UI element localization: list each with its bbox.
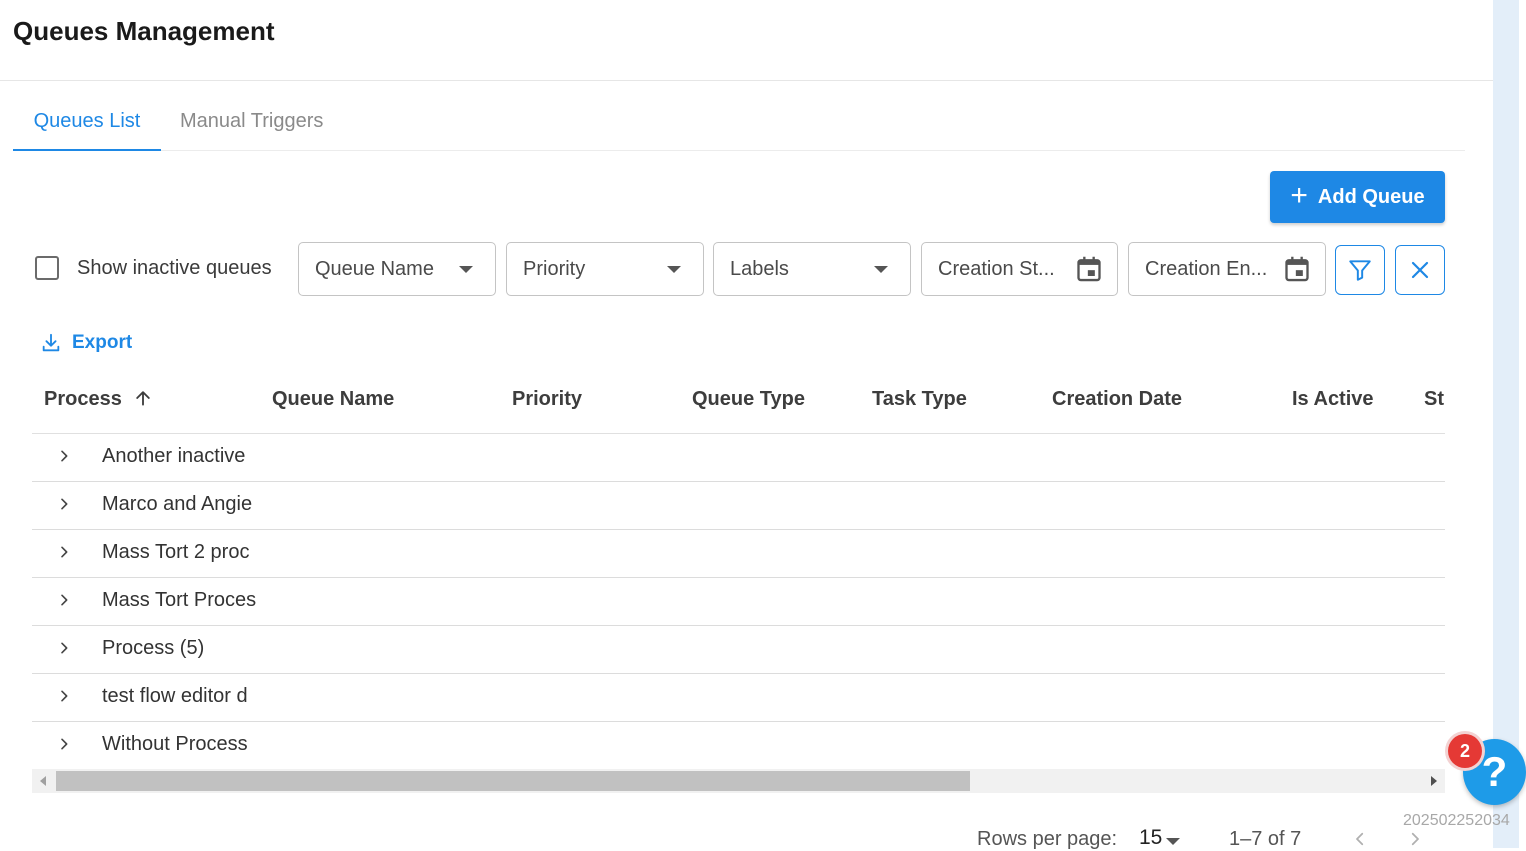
row-process-cell: Mass Tort 2 proc xyxy=(102,541,250,563)
plus-icon: + xyxy=(1290,178,1308,212)
horizontal-scrollbar[interactable] xyxy=(32,769,1445,793)
priority-select[interactable]: Priority xyxy=(506,242,704,296)
chevron-left-icon[interactable] xyxy=(1350,830,1370,848)
column-header-queue-name[interactable]: Queue Name xyxy=(272,388,394,411)
queue-name-select-label: Queue Name xyxy=(315,258,434,280)
row-process-cell: Mass Tort Proces xyxy=(102,589,257,611)
column-header-creation-date[interactable]: Creation Date xyxy=(1052,388,1182,411)
creation-end-date-field[interactable]: Creation En... xyxy=(1128,242,1326,296)
table-header: Process Queue Name Priority Queue Type T… xyxy=(32,370,1445,434)
arrow-up-icon xyxy=(136,391,151,406)
chevron-right-icon[interactable] xyxy=(56,736,72,752)
creation-start-date-field[interactable]: Creation St... xyxy=(921,242,1118,296)
table-row[interactable]: Another inactive xyxy=(32,434,1445,482)
chevron-right-icon[interactable] xyxy=(56,688,72,704)
build-id: 202502252034 xyxy=(1403,812,1510,829)
page-header: Queues Management xyxy=(0,0,1493,81)
column-header-queue-type[interactable]: Queue Type xyxy=(692,388,805,411)
scroll-left-icon[interactable] xyxy=(40,776,46,786)
column-header-process[interactable]: Process xyxy=(44,388,153,411)
clear-filter-button[interactable] xyxy=(1395,245,1445,295)
column-header-is-active[interactable]: Is Active xyxy=(1292,388,1374,411)
table-row[interactable]: Without Process xyxy=(32,722,1445,769)
rows-per-page-select[interactable]: 15 xyxy=(1139,826,1162,850)
chevron-down-icon xyxy=(459,266,473,273)
row-process-cell: Another inactive xyxy=(102,445,246,467)
chevron-right-icon[interactable] xyxy=(56,640,72,656)
chevron-right-icon[interactable] xyxy=(56,592,72,608)
notification-badge: 2 xyxy=(1448,734,1482,768)
export-button[interactable]: Export xyxy=(40,332,132,354)
export-label: Export xyxy=(72,332,133,353)
chevron-right-icon[interactable] xyxy=(56,544,72,560)
filter-icon xyxy=(1349,260,1371,281)
chevron-right-icon[interactable] xyxy=(56,448,72,464)
row-process-cell: Without Process xyxy=(102,733,248,755)
scrollbar-thumb[interactable] xyxy=(56,771,970,791)
add-queue-button[interactable]: + Add Queue xyxy=(1270,171,1445,223)
close-icon xyxy=(1411,261,1429,279)
apply-filter-button[interactable] xyxy=(1335,245,1385,295)
creation-end-date-label: Creation En... xyxy=(1145,258,1268,280)
column-header-priority[interactable]: Priority xyxy=(512,388,582,411)
row-process-cell: Process (5) xyxy=(102,637,205,659)
column-header-st[interactable]: St xyxy=(1424,388,1444,411)
chevron-right-icon[interactable] xyxy=(1405,830,1425,848)
column-header-task-type[interactable]: Task Type xyxy=(872,388,967,411)
chevron-down-icon xyxy=(874,266,888,273)
page-title: Queues Management xyxy=(13,16,275,46)
table-row[interactable]: Marco and Angie xyxy=(32,482,1445,530)
labels-select[interactable]: Labels xyxy=(713,242,911,296)
scroll-right-icon[interactable] xyxy=(1431,776,1437,786)
calendar-icon[interactable] xyxy=(1075,255,1103,283)
creation-start-date-label: Creation St... xyxy=(938,258,1055,280)
row-process-cell: Marco and Angie xyxy=(102,493,253,515)
tab-queues-list[interactable]: Queues List xyxy=(13,94,161,151)
add-queue-label: Add Queue xyxy=(1317,185,1425,208)
labels-select-label: Labels xyxy=(730,258,789,280)
table-row[interactable]: Mass Tort 2 proc xyxy=(32,530,1445,578)
queue-name-select[interactable]: Queue Name xyxy=(298,242,496,296)
chevron-down-icon[interactable] xyxy=(1166,838,1180,845)
column-header-process-label: Process xyxy=(44,388,122,410)
chevron-right-icon[interactable] xyxy=(56,496,72,512)
show-inactive-checkbox[interactable] xyxy=(35,256,59,280)
table-row[interactable]: Process (5) xyxy=(32,626,1445,674)
download-icon xyxy=(42,333,60,352)
priority-select-label: Priority xyxy=(523,258,586,280)
tab-manual-triggers[interactable]: Manual Triggers xyxy=(180,94,323,150)
right-rail xyxy=(1493,0,1519,848)
chevron-down-icon xyxy=(667,266,681,273)
table-row[interactable]: Mass Tort Proces xyxy=(32,578,1445,626)
tab-bar: Queues List Manual Triggers xyxy=(13,94,1465,151)
table-row[interactable]: test flow editor d xyxy=(32,674,1445,722)
calendar-icon[interactable] xyxy=(1283,255,1311,283)
show-inactive-label[interactable]: Show inactive queues xyxy=(77,257,272,280)
row-process-cell: test flow editor d xyxy=(102,685,248,707)
